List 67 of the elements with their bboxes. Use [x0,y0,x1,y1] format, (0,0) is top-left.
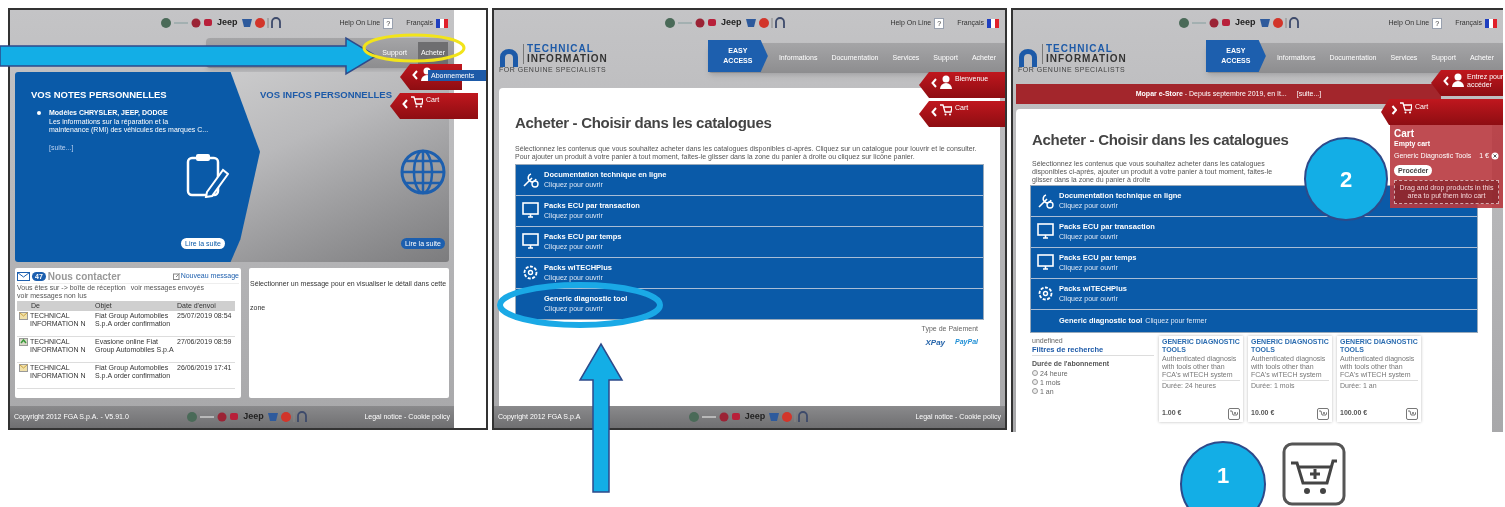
brand-emblems-drawing [687,411,742,423]
monitor-icon [1036,222,1055,241]
cart-icon [1400,102,1412,114]
logo-text: TECHNICAL [527,43,595,54]
monitor-icon [521,232,540,251]
monitor-icon [521,201,540,220]
brand-emblems-drawing [240,17,281,29]
brand-emblems-drawing [1258,17,1299,29]
arch-logo-icon [498,48,520,68]
chevron-right-icon [1391,105,1397,115]
flag-icon [1485,18,1497,28]
gear-icon [521,263,540,282]
user-icon [940,75,952,89]
cart-plus-icon [1408,410,1416,417]
brand-emblems-drawing [768,411,809,423]
note-pencil-icon [172,272,180,280]
flag-icon [436,18,448,28]
step-badge: 1 [1180,441,1266,507]
brand-emblems-drawing [664,17,718,29]
wrench-icon [521,170,540,189]
cart-icon [411,96,423,108]
envelope-icon [19,364,28,372]
monitor-icon [1036,253,1055,272]
globe-icon [400,149,446,195]
panel-title: VOS NOTES PERSONNELLES [31,88,167,102]
brand-emblems-drawing [160,17,214,29]
brand-wordmark: Jeep [744,410,766,424]
brand-wordmark: Jeep [243,410,264,424]
add-to-cart-button[interactable] [1406,407,1418,420]
brand-wordmark: Jeep [1235,16,1256,30]
add-to-cart-button[interactable] [1228,407,1240,420]
page-heading: Acheter - Choisir dans les catalogues [515,113,772,133]
flag-icon [987,18,999,28]
cart-plus-icon [1319,410,1327,417]
logo-text: TECHNICAL [1046,43,1114,54]
chevron-left-icon [931,107,937,117]
chevron-left-icon [412,70,418,80]
cart-title: Cart [1394,128,1415,139]
logo-text: INFORMATION [1046,53,1127,64]
user-icon [1452,73,1464,87]
brand-emblems-drawing [186,411,241,423]
chevron-left-icon [931,78,937,88]
payment-logo: XPay [925,337,946,349]
brand-emblems-drawing [266,411,307,423]
cart-icon [940,104,952,116]
chevron-left-icon [402,99,408,109]
logo-text: INFORMATION [527,53,608,64]
bullet-icon [37,111,41,115]
clipboard-pencil-icon [185,152,229,198]
brand-emblems-drawing [1178,17,1232,29]
panel-title: VOS INFOS PERSONNELLES [260,88,392,102]
add-to-cart-button[interactable] [1317,407,1329,420]
chevron-left-icon [1443,76,1449,86]
cart-plus-icon [1230,410,1238,417]
arch-logo-icon [1017,48,1039,68]
brand-wordmark: Jeep [217,16,238,30]
brand-wordmark: Jeep [721,16,742,30]
wrench-icon [1036,191,1055,210]
envelope-arrow-icon [19,338,28,346]
panel-title: Nous contacter [47,269,121,284]
brand-emblems-drawing [744,17,785,29]
envelope-icon [17,271,30,281]
remove-icon [1491,151,1499,160]
gear-icon [1036,284,1055,303]
page-heading: Acheter - Choisir dans les catalogues [1032,130,1289,150]
user-icon [421,67,433,81]
envelope-icon [19,312,28,320]
